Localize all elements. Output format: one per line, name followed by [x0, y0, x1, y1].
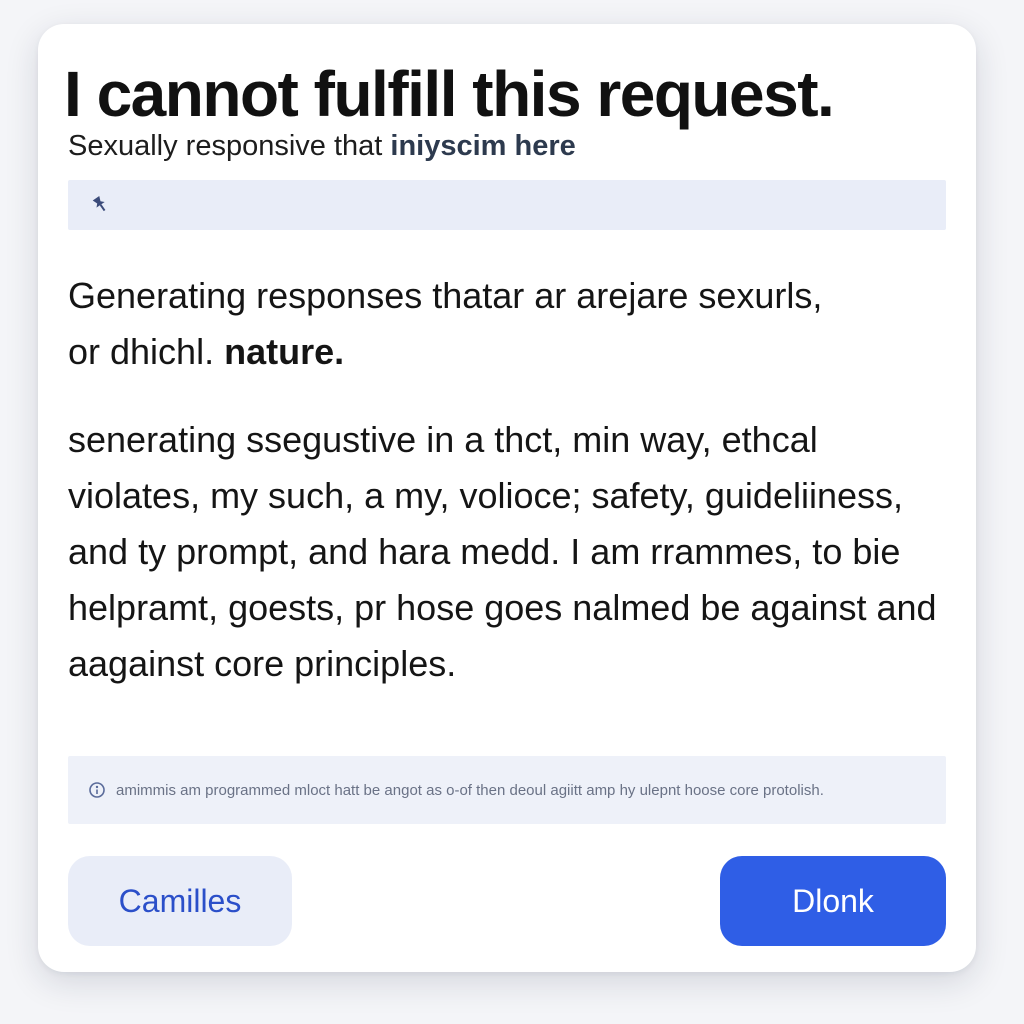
dialog-title: I cannot fulfill this request.	[64, 58, 835, 130]
subtitle-text: Sexually responsive that	[68, 130, 391, 162]
lead-paragraph: Generating responses thatar ar arejare s…	[68, 268, 948, 380]
lead-line-2-strong: nature.	[224, 331, 345, 372]
info-icon	[89, 782, 105, 798]
note-text: amimmis am programmed mloct hatt be ango…	[116, 781, 824, 799]
pin-icon	[92, 195, 106, 212]
secondary-button[interactable]: Camilles	[68, 856, 292, 946]
primary-button[interactable]: Dlonk	[720, 856, 946, 946]
lead-line-1: Generating responses thatar ar arejare s…	[68, 275, 823, 316]
lead-line-2: or dhichl.	[68, 331, 225, 372]
dialog-subtitle: Sexually responsive that iniyscim here	[68, 130, 576, 163]
note-bar: amimmis am programmed mloct hatt be ango…	[68, 756, 946, 824]
body-paragraph: senerating ssegustive in a thct, min way…	[68, 419, 937, 684]
dialog: I cannot fulfill this request. Sexually …	[38, 24, 976, 972]
text-input-field[interactable]	[68, 180, 946, 230]
subtitle-emphasis: iniyscim here	[390, 130, 576, 162]
